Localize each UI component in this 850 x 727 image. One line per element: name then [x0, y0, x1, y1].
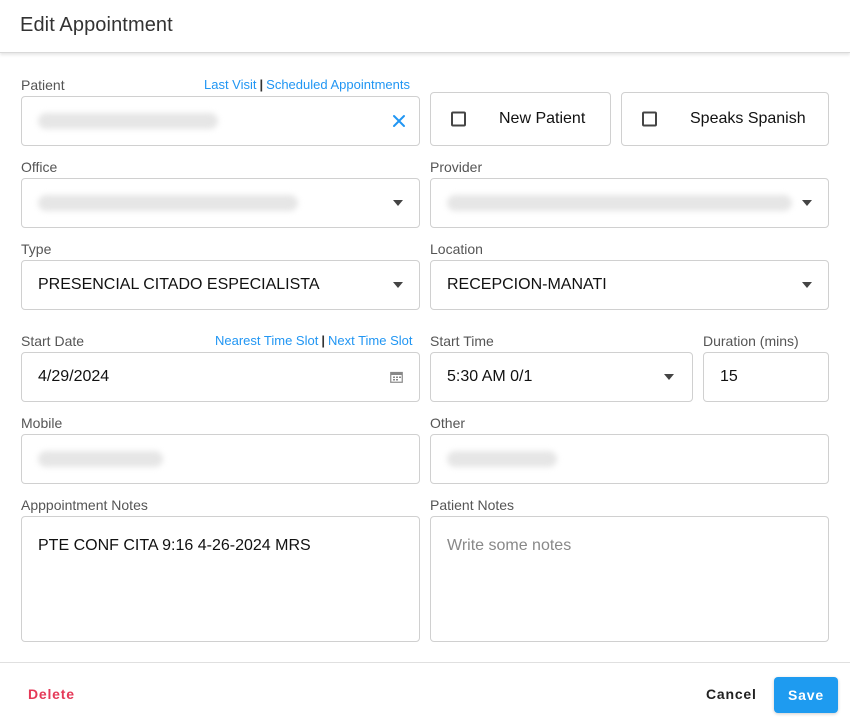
other-label: Other	[430, 415, 466, 431]
patient-value-redacted	[38, 113, 218, 129]
cancel-button[interactable]: Cancel	[706, 686, 757, 702]
mobile-label: Mobile	[21, 415, 63, 431]
chevron-down-icon	[393, 282, 403, 288]
office-select[interactable]	[21, 178, 420, 228]
dialog-title: Edit Appointment	[20, 14, 173, 36]
mobile-value-redacted	[38, 451, 163, 467]
nearest-time-slot-link[interactable]: Nearest Time Slot	[215, 333, 318, 348]
speaks-spanish-toggle[interactable]: Speaks Spanish	[621, 92, 829, 146]
other-value-redacted	[447, 451, 557, 467]
start-date-input[interactable]: 4/29/2024	[21, 352, 420, 402]
duration-input[interactable]: 15	[703, 352, 829, 402]
new-patient-label: New Patient	[499, 110, 586, 127]
type-value: PRESENCIAL CITADO ESPECIALISTA	[38, 276, 320, 293]
delete-button[interactable]: Delete	[28, 686, 75, 702]
appointment-notes-textarea[interactable]: PTE CONF CITA 9:16 4-26-2024 MRS	[21, 516, 420, 642]
appointment-notes-value: PTE CONF CITA 9:16 4-26-2024 MRS	[38, 537, 311, 554]
new-patient-checkbox[interactable]	[451, 111, 466, 127]
appointment-notes-label: Apppointment Notes	[21, 497, 148, 513]
patient-links: Last Visit | Scheduled Appointments	[204, 77, 410, 92]
link-separator: |	[321, 333, 325, 348]
save-button[interactable]: Save	[774, 677, 838, 713]
patient-label: Patient	[21, 77, 65, 93]
duration-value: 15	[720, 368, 738, 385]
other-phone-input[interactable]	[430, 434, 829, 484]
scheduled-appointments-link[interactable]: Scheduled Appointments	[266, 77, 410, 92]
type-label: Type	[21, 241, 52, 257]
type-select[interactable]: PRESENCIAL CITADO ESPECIALISTA	[21, 260, 420, 310]
patient-notes-textarea[interactable]: Write some notes	[430, 516, 829, 642]
location-label: Location	[430, 241, 483, 257]
start-time-label: Start Time	[430, 333, 494, 349]
last-visit-link[interactable]: Last Visit	[204, 77, 257, 92]
start-time-value: 5:30 AM 0/1	[447, 368, 533, 385]
provider-label: Provider	[430, 159, 483, 175]
office-label: Office	[21, 159, 58, 175]
start-date-label: Start Date	[21, 333, 85, 349]
speaks-spanish-checkbox[interactable]	[642, 111, 657, 127]
provider-value-redacted	[447, 195, 792, 211]
next-time-slot-link[interactable]: Next Time Slot	[328, 333, 413, 348]
mobile-input[interactable]	[21, 434, 420, 484]
chevron-down-icon	[664, 374, 674, 380]
provider-select[interactable]	[430, 178, 829, 228]
chevron-down-icon	[802, 200, 812, 206]
new-patient-toggle[interactable]: New Patient	[430, 92, 611, 146]
patient-notes-placeholder: Write some notes	[447, 537, 572, 554]
footer-divider	[0, 662, 850, 663]
dialog-header: Edit Appointment	[0, 0, 850, 53]
calendar-icon[interactable]	[390, 371, 403, 383]
chevron-down-icon	[393, 200, 403, 206]
chevron-down-icon	[802, 282, 812, 288]
patient-notes-label: Patient Notes	[430, 497, 515, 513]
location-select[interactable]: RECEPCION-MANATI	[430, 260, 829, 310]
office-value-redacted	[38, 195, 298, 211]
close-icon[interactable]	[391, 113, 407, 129]
duration-label: Duration (mins)	[703, 333, 799, 349]
time-slot-links: Nearest Time Slot | Next Time Slot	[215, 333, 413, 348]
link-separator: |	[259, 77, 264, 92]
speaks-spanish-label: Speaks Spanish	[690, 110, 806, 127]
location-value: RECEPCION-MANATI	[447, 276, 607, 293]
start-time-select[interactable]: 5:30 AM 0/1	[430, 352, 693, 402]
start-date-value: 4/29/2024	[38, 368, 110, 385]
patient-input[interactable]	[21, 96, 420, 146]
